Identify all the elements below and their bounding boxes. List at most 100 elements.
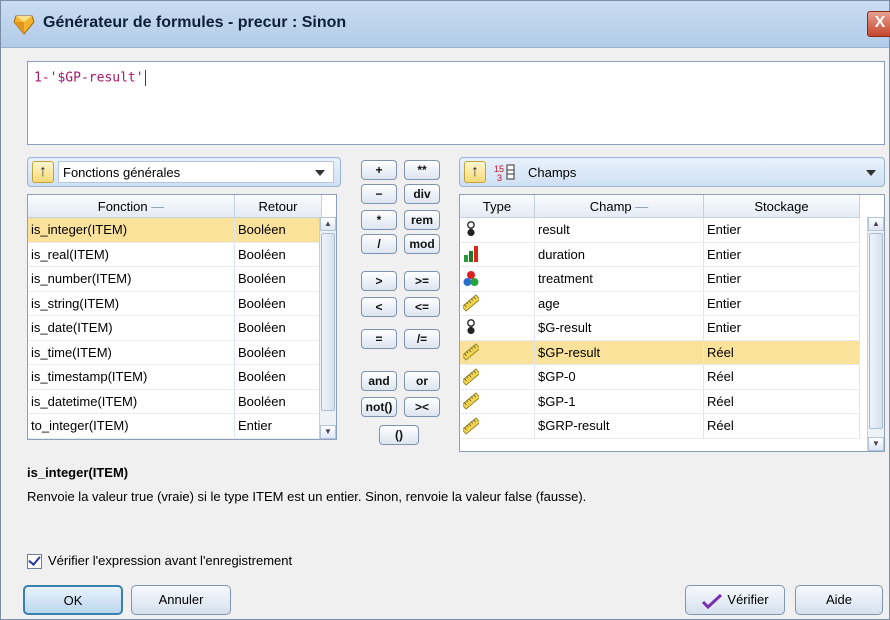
functions-scrollbar[interactable]: ▲ ▼ — [319, 217, 336, 439]
check-expression-checkbox[interactable] — [27, 553, 42, 570]
divide-button[interactable]: / — [361, 234, 397, 254]
compare-button[interactable]: >< — [404, 397, 440, 417]
formula-builder-dialog: Générateur de formules - precur : Sinon … — [0, 0, 890, 620]
functions-table: Fonction — Retour is_integer(ITEM) Boolée… — [27, 194, 337, 440]
scroll-down-icon[interactable]: ▼ — [320, 425, 336, 439]
minus-button[interactable]: − — [361, 184, 397, 204]
function-row[interactable]: is_time(ITEM) Booléen — [28, 340, 322, 365]
function-row[interactable]: is_real(ITEM) Booléen — [28, 242, 322, 267]
scroll-up-icon[interactable]: ▲ — [868, 217, 884, 231]
field-storage-cell: Réel — [703, 389, 860, 414]
field-type-cell — [460, 217, 535, 243]
not-button[interactable]: not() — [361, 397, 397, 417]
field-type-cell — [460, 291, 535, 316]
field-type-cell — [460, 413, 535, 439]
function-return-cell: Booléen — [234, 389, 322, 414]
scroll-thumb[interactable] — [869, 233, 883, 429]
checkmark-icon — [28, 553, 41, 567]
field-storage-cell: Réel — [703, 413, 860, 439]
field-storage-cell: Réel — [703, 340, 860, 365]
field-storage-cell: Entier — [703, 242, 860, 267]
chevron-down-icon[interactable] — [866, 170, 876, 176]
field-row[interactable]: duration Entier — [460, 242, 860, 267]
and-button[interactable]: and — [361, 371, 397, 391]
field-storage-cell: Réel — [703, 364, 860, 390]
rem-button[interactable]: rem — [404, 210, 440, 230]
times-button[interactable]: * — [361, 210, 397, 230]
column-header-field[interactable]: Champ — — [534, 195, 704, 218]
field-name-cell: $GP-1 — [534, 389, 704, 414]
function-category-select[interactable]: Fonctions générales — [58, 161, 334, 183]
fields-scrollbar[interactable]: ▲ ▼ — [867, 217, 884, 451]
function-row[interactable]: to_integer(ITEM) Entier — [28, 413, 322, 439]
div-button[interactable]: div — [404, 184, 440, 204]
function-row[interactable]: is_datetime(ITEM) Booléen — [28, 389, 322, 414]
field-type-cell — [460, 340, 535, 365]
check-expression-option[interactable]: Vérifier l'expression avant l'enregistre… — [27, 553, 292, 570]
function-row[interactable]: is_number(ITEM) Booléen — [28, 266, 322, 292]
scroll-down-icon[interactable]: ▼ — [868, 437, 884, 451]
text-caret — [144, 70, 146, 86]
field-selector-label[interactable]: Champs — [528, 165, 576, 180]
function-row[interactable]: is_date(ITEM) Booléen — [28, 315, 322, 341]
power-button[interactable]: ** — [404, 160, 440, 180]
field-type-cell — [460, 266, 535, 292]
parentheses-button[interactable]: () — [379, 425, 419, 445]
field-storage-cell: Entier — [703, 217, 860, 243]
scroll-up-icon[interactable]: ▲ — [320, 217, 336, 231]
check-button[interactable]: Vérifier — [685, 585, 785, 615]
field-row[interactable]: $GRP-result Réel — [460, 413, 860, 439]
field-row[interactable]: result Entier — [460, 217, 860, 243]
field-storage-cell: Entier — [703, 291, 860, 316]
chevron-down-icon — [315, 170, 325, 176]
function-return-cell: Booléen — [234, 364, 322, 390]
function-row[interactable]: is_timestamp(ITEM) Booléen — [28, 364, 322, 390]
less-equal-button[interactable]: <= — [404, 297, 440, 317]
not-equal-button[interactable]: /= — [404, 329, 440, 349]
field-row[interactable]: treatment Entier — [460, 266, 860, 292]
ruler-icon — [463, 294, 479, 312]
help-button[interactable]: Aide — [795, 585, 883, 615]
greater-than-button[interactable]: > — [361, 271, 397, 291]
function-name-cell: is_number(ITEM) — [28, 266, 235, 292]
function-return-cell: Booléen — [234, 266, 322, 292]
expression-editor[interactable]: 1-'$GP-result' — [27, 61, 885, 145]
ok-button[interactable]: OK — [23, 585, 123, 615]
function-row[interactable]: is_string(ITEM) Booléen — [28, 291, 322, 316]
field-name-cell: age — [534, 291, 704, 316]
field-selector-header: ↑ 1 5 3 Champs — [459, 157, 885, 187]
field-row[interactable]: $GP-result Réel — [460, 340, 860, 365]
column-header-return[interactable]: Retour — [234, 195, 322, 218]
check-icon — [702, 593, 723, 609]
close-button[interactable]: X — [867, 11, 890, 37]
column-header-function[interactable]: Fonction — — [28, 195, 235, 218]
flag-icon — [467, 318, 475, 334]
field-row[interactable]: $GP-0 Réel — [460, 364, 860, 390]
column-header-storage[interactable]: Stockage — [703, 195, 860, 218]
field-row[interactable]: $G-result Entier — [460, 315, 860, 341]
field-row[interactable]: age Entier — [460, 291, 860, 316]
cancel-button[interactable]: Annuler — [131, 585, 231, 615]
field-type-cell — [460, 315, 535, 341]
field-name-cell: duration — [534, 242, 704, 267]
field-row[interactable]: $GP-1 Réel — [460, 389, 860, 414]
greater-equal-button[interactable]: >= — [404, 271, 440, 291]
less-than-button[interactable]: < — [361, 297, 397, 317]
plus-button[interactable]: + — [361, 160, 397, 180]
function-return-cell: Entier — [234, 413, 322, 439]
column-header-type[interactable]: Type — [460, 195, 535, 218]
insert-field-button[interactable]: ↑ — [464, 161, 486, 183]
function-row[interactable]: is_integer(ITEM) Booléen — [28, 217, 322, 243]
expression-text: 1-'$GP-result' — [34, 70, 144, 86]
insert-function-button[interactable]: ↑ — [32, 161, 54, 183]
ruler-icon — [463, 343, 479, 361]
function-name-cell: is_string(ITEM) — [28, 291, 235, 316]
equals-button[interactable]: = — [361, 329, 397, 349]
fields-table: Type Champ — Stockage result Entier durati… — [459, 194, 885, 452]
mod-button[interactable]: mod — [404, 234, 440, 254]
or-button[interactable]: or — [404, 371, 440, 391]
field-storage-cell: Entier — [703, 315, 860, 341]
field-list-icon[interactable]: 1 5 3 — [492, 161, 522, 183]
function-return-cell: Booléen — [234, 340, 322, 365]
scroll-thumb[interactable] — [321, 233, 335, 411]
